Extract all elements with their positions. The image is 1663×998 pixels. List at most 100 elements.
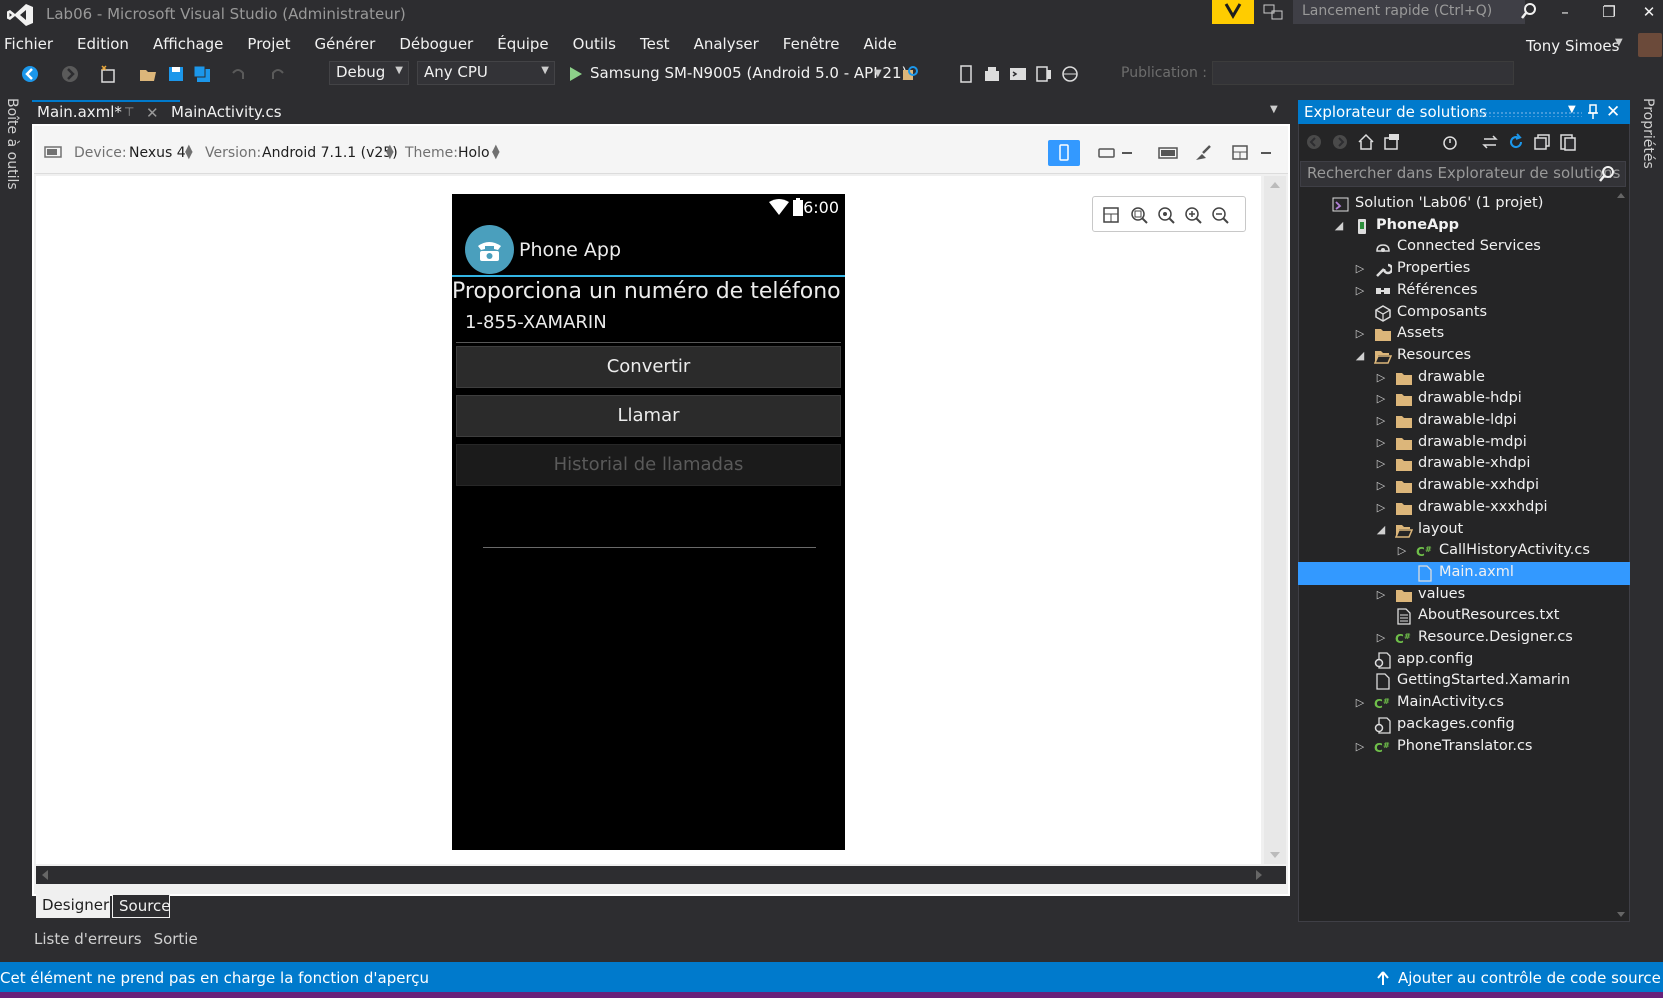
expand-chevron-icon[interactable]: ▷ — [1375, 434, 1387, 450]
device-select[interactable]: Nexus 4 — [129, 145, 186, 161]
layout-grid-icon[interactable] — [1224, 140, 1256, 166]
forward-navigation-icon[interactable] — [60, 64, 80, 84]
menu-view[interactable]: Affichage — [141, 32, 235, 56]
tab-designer[interactable]: Designer — [36, 894, 110, 918]
close-icon[interactable]: ✕ — [146, 104, 159, 122]
panel-grip[interactable] — [1472, 111, 1582, 117]
call-button[interactable]: Llamar — [456, 395, 841, 437]
tab-output[interactable]: Sortie — [148, 930, 204, 952]
visual-studio-logo-icon[interactable] — [6, 3, 34, 27]
search-icon[interactable] — [1598, 165, 1616, 183]
phone-number-input[interactable]: 1-855-XAMARIN — [456, 308, 841, 343]
upload-arrow-icon[interactable] — [1376, 970, 1390, 986]
platform-select[interactable]: Any CPU ▼ — [417, 61, 555, 85]
portrait-orientation-button[interactable] — [1048, 140, 1080, 166]
zoom-in-icon[interactable] — [1183, 205, 1203, 225]
tree-item[interactable]: app.config — [1298, 649, 1630, 672]
search-icon[interactable] — [1520, 2, 1538, 20]
properties-tab[interactable]: Propriétés — [1640, 98, 1656, 169]
expand-chevron-icon[interactable]: ▷ — [1354, 738, 1366, 754]
new-project-icon[interactable] — [98, 64, 118, 84]
tree-item[interactable]: ▷ drawable-xxhdpi — [1298, 475, 1630, 498]
tree-item[interactable]: ▷ drawable-xxxhdpi — [1298, 497, 1630, 520]
run-target-dropdown-icon[interactable]: ▼ — [874, 68, 882, 79]
expand-chevron-icon[interactable]: ▷ — [1396, 542, 1408, 558]
expand-chevron-icon[interactable]: ▷ — [1354, 694, 1366, 710]
zoom-out-icon[interactable] — [1210, 205, 1230, 225]
play-icon[interactable] — [566, 64, 586, 84]
solution-search-input[interactable]: Rechercher dans Explorateur de solutions… — [1300, 161, 1626, 187]
tab-source[interactable]: Source — [112, 894, 171, 918]
zoom-to-fit-icon[interactable] — [1129, 205, 1149, 225]
redo-icon[interactable] — [268, 64, 288, 84]
expand-chevron-icon[interactable]: ▷ — [1375, 586, 1387, 602]
save-all-icon[interactable] — [192, 64, 212, 84]
terminal-icon[interactable] — [1008, 64, 1028, 84]
tree-item[interactable]: ▷ Références — [1298, 280, 1630, 303]
avatar[interactable] — [1638, 33, 1662, 57]
expand-chevron-icon[interactable]: ▷ — [1375, 412, 1387, 428]
collapse-chevron-icon[interactable]: ◢ — [1354, 347, 1366, 363]
menu-project[interactable]: Projet — [235, 32, 302, 56]
back-navigation-icon[interactable] — [20, 64, 40, 84]
find-in-files-icon[interactable] — [900, 64, 920, 84]
translate-button[interactable]: Convertir — [456, 346, 841, 388]
pin-icon[interactable] — [1586, 104, 1600, 120]
show-all-files-icon[interactable] — [1558, 132, 1578, 152]
collapse-chevron-icon[interactable]: ◢ — [1333, 217, 1345, 233]
minimize-button[interactable]: – — [1550, 2, 1580, 22]
expand-chevron-icon[interactable]: ▷ — [1375, 390, 1387, 406]
menu-test[interactable]: Test — [628, 32, 682, 56]
menu-edit[interactable]: Edition — [65, 32, 141, 56]
phone-preview[interactable]: 6:00 Phone App Proporciona un numéro de … — [452, 194, 845, 850]
updown-icon[interactable]: ▲ ▼ — [386, 144, 394, 161]
menu-help[interactable]: Aide — [852, 32, 909, 56]
switch-views-icon[interactable] — [1382, 132, 1402, 152]
close-icon[interactable]: ✕ — [1606, 102, 1620, 122]
tree-item[interactable]: ▷ C # CallHistoryActivity.cs — [1298, 540, 1630, 563]
expand-chevron-icon[interactable]: ▷ — [1375, 369, 1387, 385]
expand-chevron-icon[interactable]: ▷ — [1375, 455, 1387, 471]
expand-chevron-icon[interactable]: ▷ — [1375, 477, 1387, 493]
expand-chevron-icon[interactable]: ▷ — [1354, 260, 1366, 276]
tab-list-dropdown-icon[interactable]: ▼ — [1270, 104, 1278, 115]
tree-item[interactable]: ▷ Assets — [1298, 323, 1630, 346]
updown-icon[interactable]: ▲ ▼ — [185, 144, 193, 161]
collapse-chevron-icon[interactable]: ◢ — [1375, 521, 1387, 537]
collapse-all-icon[interactable] — [1532, 132, 1552, 152]
sync-icon[interactable] — [1480, 132, 1500, 152]
tree-item[interactable]: Composants — [1298, 302, 1630, 325]
tree-item[interactable]: Main.axml — [1298, 561, 1630, 585]
chevron-down-icon[interactable]: ▼ — [1615, 37, 1623, 48]
pending-changes-filter-icon[interactable] — [1440, 132, 1460, 152]
tree-item[interactable]: GettingStarted.Xamarin — [1298, 670, 1630, 693]
menu-analyze[interactable]: Analyser — [682, 32, 771, 56]
fit-to-window-icon[interactable] — [1101, 205, 1121, 225]
feedback-icon[interactable] — [1262, 2, 1284, 22]
tree-item[interactable]: ▷ Properties — [1298, 258, 1630, 281]
forward-icon[interactable] — [1330, 132, 1350, 152]
menu-window[interactable]: Fenêtre — [771, 32, 852, 56]
more-options-icon[interactable] — [1256, 140, 1276, 166]
android-sdk-icon[interactable] — [982, 64, 1002, 84]
expand-chevron-icon[interactable]: ▷ — [1354, 282, 1366, 298]
undo-icon[interactable] — [228, 64, 248, 84]
tree-item[interactable]: ▷ drawable-hdpi — [1298, 388, 1630, 411]
open-file-icon[interactable] — [138, 64, 158, 84]
configuration-select[interactable]: Debug ▼ — [329, 61, 409, 85]
notification-flag-icon[interactable] — [1212, 0, 1254, 24]
vertical-scrollbar[interactable] — [1264, 176, 1286, 864]
resource-qualifier-button[interactable] — [1152, 140, 1184, 166]
tree-item[interactable]: packages.config — [1298, 714, 1630, 737]
tree-item[interactable]: ▷ C # Resource.Designer.cs — [1298, 627, 1630, 650]
run-target-button[interactable]: Samsung SM-N9005 (Android 5.0 - API 21) — [590, 64, 907, 82]
home-icon[interactable] — [1356, 132, 1376, 152]
version-select[interactable]: Android 7.1.1 (v25) — [262, 145, 398, 161]
tab-error-list[interactable]: Liste d'erreurs — [28, 930, 148, 952]
back-icon[interactable] — [1304, 132, 1324, 152]
more-options-icon[interactable] — [1118, 140, 1136, 166]
zoom-actual-icon[interactable] — [1156, 205, 1176, 225]
menu-debug[interactable]: Déboguer — [387, 32, 485, 56]
tree-item[interactable]: ◢ PhoneApp — [1298, 215, 1630, 238]
tree-item[interactable]: ▷ drawable-xhdpi — [1298, 453, 1630, 476]
